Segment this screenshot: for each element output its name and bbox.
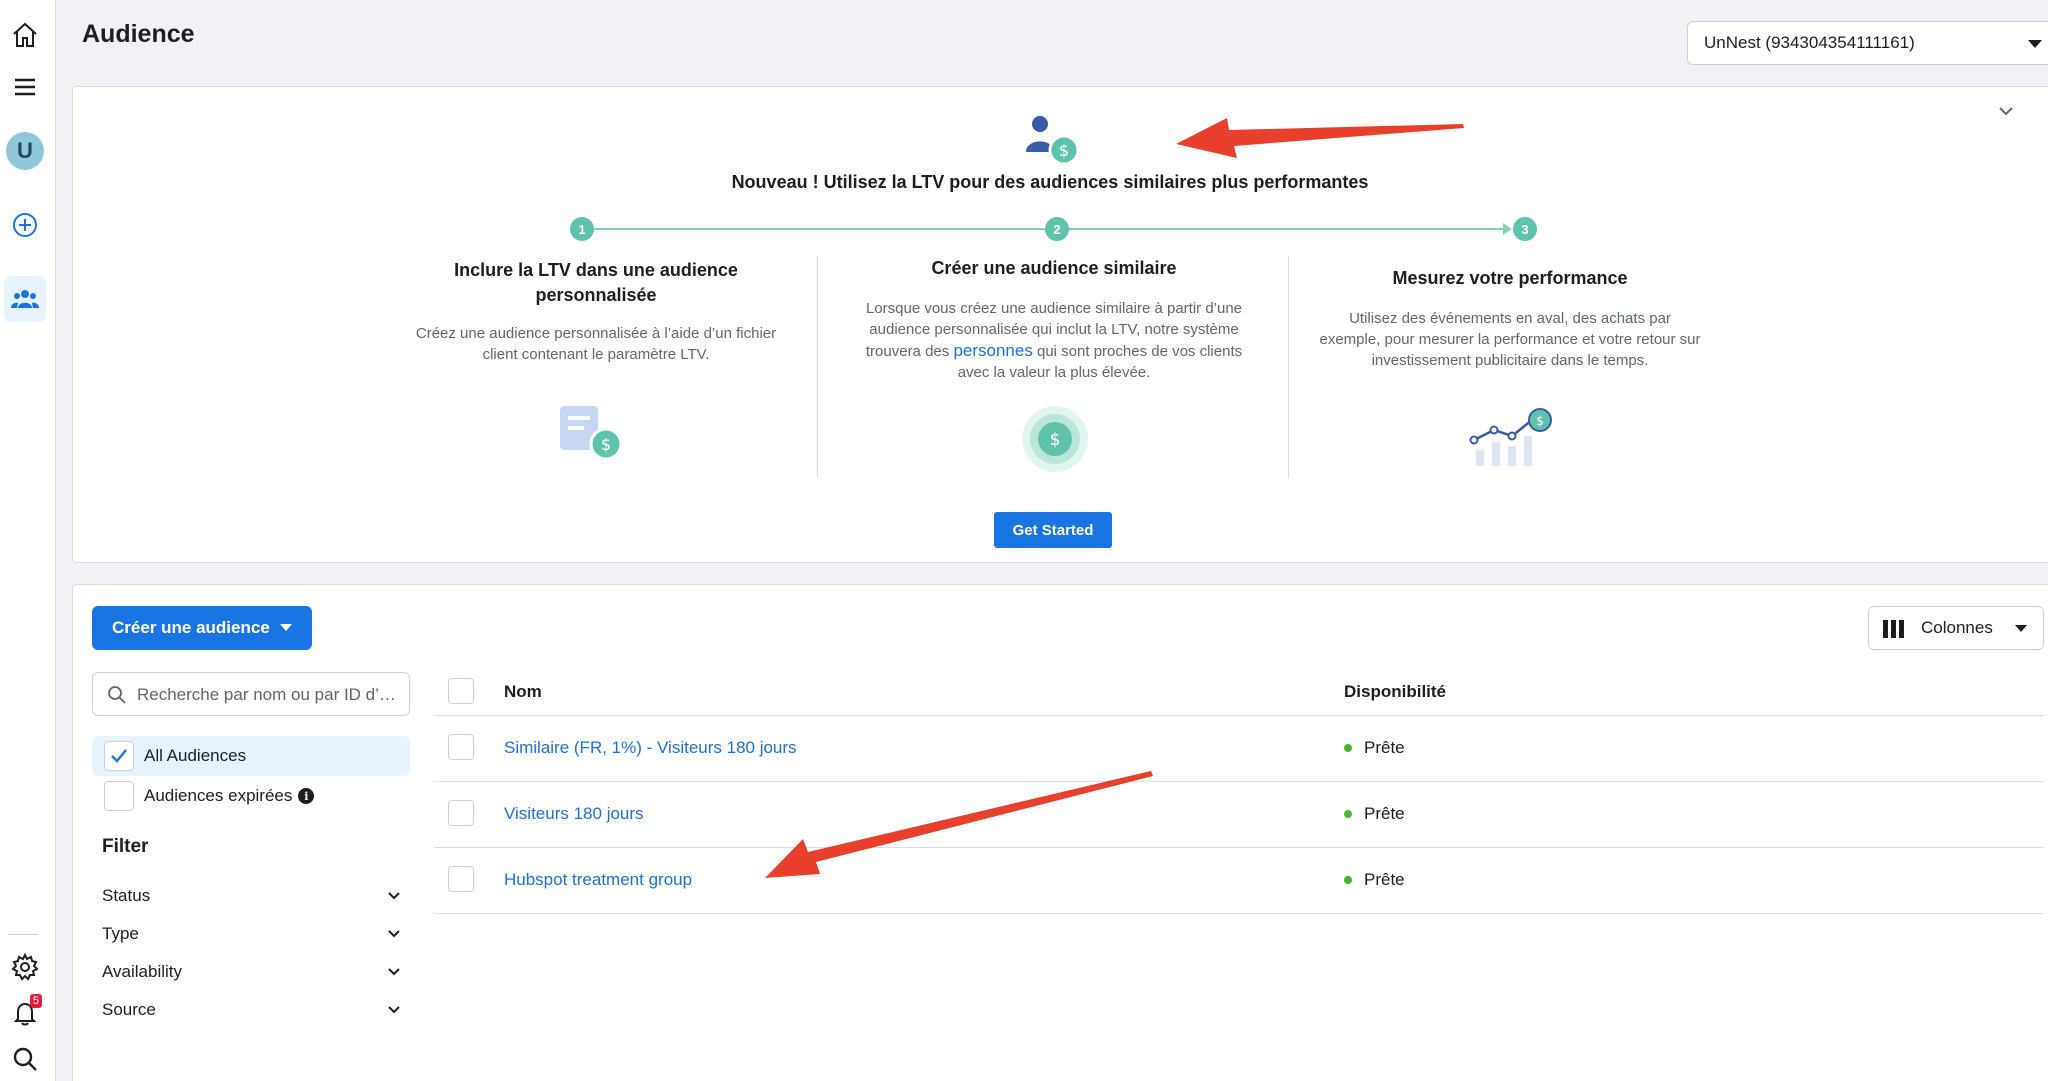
status-text: Prête: [1364, 870, 1405, 889]
facet-label: Type: [102, 924, 139, 943]
chevron-down-icon: [2028, 40, 2042, 48]
audience-name-link[interactable]: Similaire (FR, 1%) - Visiteurs 180 jours: [504, 738, 797, 758]
info-icon[interactable]: i: [298, 788, 315, 804]
availability-status: Prête: [1344, 738, 1405, 758]
status-dot-icon: [1344, 876, 1352, 884]
chevron-down-icon: [388, 892, 400, 900]
promo-title: Nouveau ! Utilisez la LTV pour des audie…: [731, 172, 1369, 192]
step-1-text: Créez une audience personnalisée à l’aid…: [415, 325, 777, 363]
svg-text:$: $: [1536, 414, 1544, 428]
bell-icon[interactable]: 5: [4, 992, 46, 1034]
audience-name-link[interactable]: Visiteurs 180 jours: [504, 804, 644, 824]
audience-search-box[interactable]: [92, 672, 410, 716]
target-dollar-icon: $: [1022, 406, 1088, 472]
view-all-audiences[interactable]: All Audiences: [92, 736, 410, 776]
step-connector: [594, 228, 1052, 230]
step-3-title: Mesurez votre performance: [1392, 268, 1628, 288]
chevron-down-icon: [280, 624, 292, 631]
facet-status[interactable]: Status: [102, 880, 402, 912]
table-header: Nom Disponibilité: [434, 670, 2044, 716]
row-checkbox[interactable]: [448, 800, 474, 826]
create-audience-label: Créer une audience: [112, 618, 270, 637]
left-rail: U 5: [0, 0, 56, 1081]
audience-name-link[interactable]: Hubspot treatment group: [504, 870, 692, 890]
expired-audiences-checkbox[interactable]: [104, 781, 134, 811]
row-checkbox[interactable]: [448, 734, 474, 760]
select-all-checkbox[interactable]: [448, 678, 474, 704]
availability-status: Prête: [1344, 870, 1405, 890]
facet-label: Availability: [102, 962, 183, 981]
facet-availability[interactable]: Availability: [102, 956, 402, 988]
table-row: Visiteurs 180 jours Prête: [434, 782, 2044, 848]
facet-source[interactable]: Source: [102, 994, 402, 1026]
step-1-title: Inclure la LTV dans une audience personn…: [454, 260, 738, 305]
account-avatar[interactable]: U: [4, 130, 46, 172]
view-expired-audiences[interactable]: Audiences expirées i: [92, 776, 410, 816]
facet-label: Source: [102, 1000, 156, 1019]
column-divider: [1288, 256, 1289, 478]
account-selector-value: UnNest (934304354111161): [1704, 33, 1915, 52]
status-text: Prête: [1364, 738, 1405, 757]
status-text: Prête: [1364, 804, 1405, 823]
step-number-1: 1: [570, 217, 594, 241]
chevron-down-icon: [388, 968, 400, 976]
table-row: Hubspot treatment group Prête: [434, 848, 2044, 914]
status-dot-icon: [1344, 810, 1352, 818]
menu-icon[interactable]: [4, 66, 46, 108]
rail-divider: [8, 934, 38, 935]
facet-type[interactable]: Type: [102, 918, 402, 950]
filter-heading: Filter: [102, 836, 149, 857]
step-2-title: Créer une audience similaire: [931, 258, 1177, 278]
step-3-text: Utilisez des événements en aval, des ach…: [1319, 310, 1701, 369]
avatar-letter: U: [6, 132, 44, 170]
view-label: All Audiences: [144, 746, 247, 765]
create-plus-icon[interactable]: [4, 204, 46, 246]
chevron-down-icon: [388, 930, 400, 938]
availability-status: Prête: [1344, 804, 1405, 824]
get-started-button[interactable]: Get Started: [994, 512, 1112, 548]
search-icon: [108, 686, 126, 704]
svg-text:$: $: [1059, 141, 1069, 160]
chevron-down-icon: [2015, 625, 2027, 632]
account-selector[interactable]: UnNest (934304354111161): [1687, 21, 2048, 65]
document-dollar-icon: $: [560, 406, 623, 461]
people-link[interactable]: personnes: [953, 341, 1032, 360]
home-icon[interactable]: [4, 14, 46, 56]
view-label: Audiences expirées: [144, 786, 293, 805]
step-number-3: 3: [1513, 217, 1537, 241]
facet-label: Status: [102, 886, 151, 905]
step-number-2: 2: [1045, 217, 1069, 241]
columns-button[interactable]: Colonnes: [1868, 606, 2044, 650]
column-divider: [817, 256, 818, 478]
collapse-chevron-icon[interactable]: [1995, 100, 2017, 122]
step-2-text: Lorsque vous créez une audience similair…: [862, 298, 1246, 383]
column-header-availability[interactable]: Disponibilité: [1344, 682, 1446, 702]
svg-text:$: $: [601, 435, 611, 454]
checkmark-icon: [111, 749, 127, 763]
page-title: Audience: [82, 20, 195, 48]
gear-icon[interactable]: [4, 946, 46, 988]
audiences-icon[interactable]: [4, 276, 46, 322]
performance-chart-icon: $: [1469, 408, 1552, 466]
status-dot-icon: [1344, 744, 1352, 752]
audience-search-input[interactable]: [137, 683, 399, 707]
step-arrow-icon: [1503, 223, 1512, 235]
columns-icon: [1883, 620, 1904, 638]
all-audiences-checkbox[interactable]: [104, 741, 134, 771]
row-checkbox[interactable]: [448, 866, 474, 892]
search-icon[interactable]: [4, 1038, 46, 1080]
column-header-name[interactable]: Nom: [504, 682, 542, 702]
table-row: Similaire (FR, 1%) - Visiteurs 180 jours…: [434, 716, 2044, 782]
person-dollar-icon: $: [1026, 116, 1080, 166]
chevron-down-icon: [388, 1006, 400, 1014]
svg-text:$: $: [1050, 430, 1061, 450]
notification-badge: 5: [29, 994, 42, 1008]
columns-label: Colonnes: [1921, 618, 1993, 637]
create-audience-button[interactable]: Créer une audience: [92, 606, 312, 650]
step-connector: [1069, 228, 1507, 230]
